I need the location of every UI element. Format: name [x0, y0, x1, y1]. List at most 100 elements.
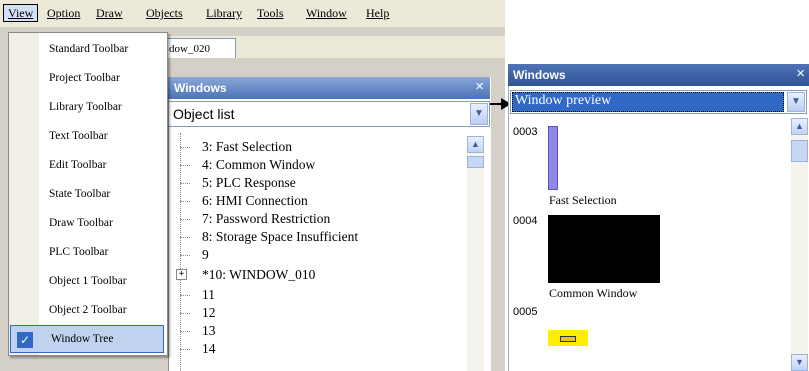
- menu-library-label: Library: [206, 6, 242, 20]
- preview-thumbnail[interactable]: [548, 126, 558, 190]
- object-list-dropdown[interactable]: Object list ▼: [168, 101, 490, 127]
- tree-item[interactable]: 8: Storage Space Insufficient: [202, 229, 358, 245]
- scroll-down-icon[interactable]: ▼: [791, 354, 808, 371]
- scroll-up-icon[interactable]: ▲: [791, 118, 808, 135]
- menu-window-label: Window: [306, 6, 347, 20]
- tree-item-label: *10: WINDOW_010: [202, 267, 316, 282]
- tree-item[interactable]: *10: WINDOW_010: [202, 267, 315, 283]
- tree-item[interactable]: 3: Fast Selection: [202, 139, 292, 155]
- tree-branch: [180, 349, 190, 350]
- chevron-down-icon[interactable]: ▼: [787, 92, 805, 112]
- menu-item-text-toolbar[interactable]: Text Toolbar: [9, 122, 167, 152]
- tree-item[interactable]: 6: HMI Connection: [202, 193, 308, 209]
- menu-item-edit-toolbar[interactable]: Edit Toolbar: [9, 151, 167, 181]
- windows-panel-title: Windows: [174, 81, 227, 95]
- tree-branch: [180, 147, 190, 148]
- menu-item-library-toolbar[interactable]: Library Toolbar: [9, 93, 167, 123]
- menu-bar: View Option Draw Objects Library Tools W…: [0, 0, 505, 27]
- menu-item-label: Edit Toolbar: [49, 159, 107, 171]
- tree-item-label: 12: [202, 305, 216, 320]
- menu-view-label: View: [8, 6, 34, 20]
- menu-item-label: PLC Toolbar: [49, 246, 109, 258]
- preview-thumbnail[interactable]: [548, 330, 588, 346]
- menu-item-label: Object 2 Toolbar: [49, 304, 127, 316]
- menu-item-label: State Toolbar: [49, 188, 111, 200]
- menu-item-draw-toolbar[interactable]: Draw Toolbar: [9, 209, 167, 239]
- tree-item[interactable]: 13: [202, 323, 216, 339]
- scroll-up-icon[interactable]: ▲: [467, 136, 484, 153]
- tree-branch: [180, 183, 190, 184]
- tree-item[interactable]: 14: [202, 341, 216, 357]
- menu-item-label: Standard Toolbar: [49, 43, 129, 55]
- tree-item[interactable]: 5: PLC Response: [202, 175, 296, 191]
- menu-option-label: Option: [47, 6, 81, 20]
- menu-view[interactable]: View: [3, 4, 39, 22]
- tree-item[interactable]: 11: [202, 287, 215, 303]
- menu-item-label: Draw Toolbar: [49, 217, 113, 229]
- menu-tools[interactable]: Tools: [257, 6, 284, 20]
- preview-window-number: 0004: [513, 215, 538, 227]
- close-icon[interactable]: ×: [796, 65, 805, 82]
- preview-thumbnail[interactable]: [548, 215, 660, 283]
- menu-help-label: Help: [366, 6, 390, 20]
- tree-scrollbar[interactable]: ▲: [467, 136, 484, 371]
- tree-branch: [180, 201, 190, 202]
- menu-library[interactable]: Library: [206, 6, 242, 20]
- document-tab[interactable]: dow_020: [164, 38, 236, 58]
- tree-branch: [180, 165, 190, 166]
- tree-item-label: 8: Storage Space Insufficient: [202, 229, 359, 244]
- menu-item-label: Text Toolbar: [49, 130, 108, 142]
- tree-item-label: 5: PLC Response: [202, 175, 296, 190]
- tree-branch: [180, 295, 190, 296]
- tree-item[interactable]: 9: [202, 247, 209, 263]
- window-preview-dropdown[interactable]: Window preview ▼: [510, 90, 807, 114]
- object-list-dropdown-value: Object list: [173, 106, 235, 122]
- tree-item-label: 4: Common Window: [202, 157, 316, 172]
- tree-item[interactable]: 7: Password Restriction: [202, 211, 330, 227]
- close-icon[interactable]: ×: [475, 78, 484, 95]
- preview-panel-title: Windows: [513, 68, 566, 82]
- menu-item-label: Window Tree: [51, 333, 114, 345]
- preview-caption: Fast Selection: [549, 193, 617, 207]
- menu-draw[interactable]: Draw: [96, 6, 123, 20]
- tree-item-label: 3: Fast Selection: [202, 139, 292, 154]
- tree-branch: [180, 331, 190, 332]
- window-tree: 3: Fast Selection 4: Common Window 5: PL…: [170, 133, 460, 371]
- menu-objects[interactable]: Objects: [146, 6, 183, 20]
- menu-option[interactable]: Option: [47, 6, 80, 20]
- tree-item-label: 6: HMI Connection: [202, 193, 308, 208]
- menu-objects-label: Objects: [146, 6, 183, 20]
- preview-window-number: 0005: [513, 306, 538, 318]
- menu-help[interactable]: Help: [366, 6, 389, 20]
- menu-item-object-2-toolbar[interactable]: Object 2 Toolbar: [9, 296, 167, 326]
- tree-item-label: 7: Password Restriction: [202, 211, 331, 226]
- windows-panel-titlebar: Windows ×: [168, 77, 490, 99]
- tree-branch: [180, 237, 190, 238]
- menu-item-state-toolbar[interactable]: State Toolbar: [9, 180, 167, 210]
- preview-caption: Common Window: [549, 286, 638, 300]
- view-menu-dropdown: Standard Toolbar Project Toolbar Library…: [8, 32, 168, 356]
- tree-item-label: 14: [202, 341, 216, 356]
- menu-tools-label: Tools: [257, 6, 284, 20]
- tree-item-label: 11: [202, 287, 215, 302]
- document-tab-label: dow_020: [169, 43, 210, 55]
- preview-scrollbar-thumb[interactable]: [791, 140, 808, 162]
- expand-icon[interactable]: +: [176, 269, 187, 280]
- checkmark-icon: ✓: [17, 332, 33, 348]
- tree-scrollbar-thumb[interactable]: [467, 156, 484, 168]
- menu-item-plc-toolbar[interactable]: PLC Toolbar: [9, 238, 167, 268]
- menu-window[interactable]: Window: [306, 6, 347, 20]
- tree-item[interactable]: 12: [202, 305, 216, 321]
- menu-item-project-toolbar[interactable]: Project Toolbar: [9, 64, 167, 94]
- tree-item-label: 9: [202, 247, 209, 262]
- menu-item-object-1-toolbar[interactable]: Object 1 Toolbar: [9, 267, 167, 297]
- preview-thumbnail-detail: [560, 336, 576, 342]
- menu-item-window-tree[interactable]: ✓ Window Tree: [10, 325, 164, 353]
- tree-branch: [180, 313, 190, 314]
- menu-draw-label: Draw: [96, 6, 123, 20]
- window-preview-dropdown-value: Window preview: [515, 93, 612, 108]
- tree-item[interactable]: 4: Common Window: [202, 157, 315, 173]
- menu-item-label: Project Toolbar: [49, 72, 120, 84]
- menu-item-standard-toolbar[interactable]: Standard Toolbar: [9, 35, 167, 65]
- chevron-down-icon[interactable]: ▼: [470, 103, 488, 125]
